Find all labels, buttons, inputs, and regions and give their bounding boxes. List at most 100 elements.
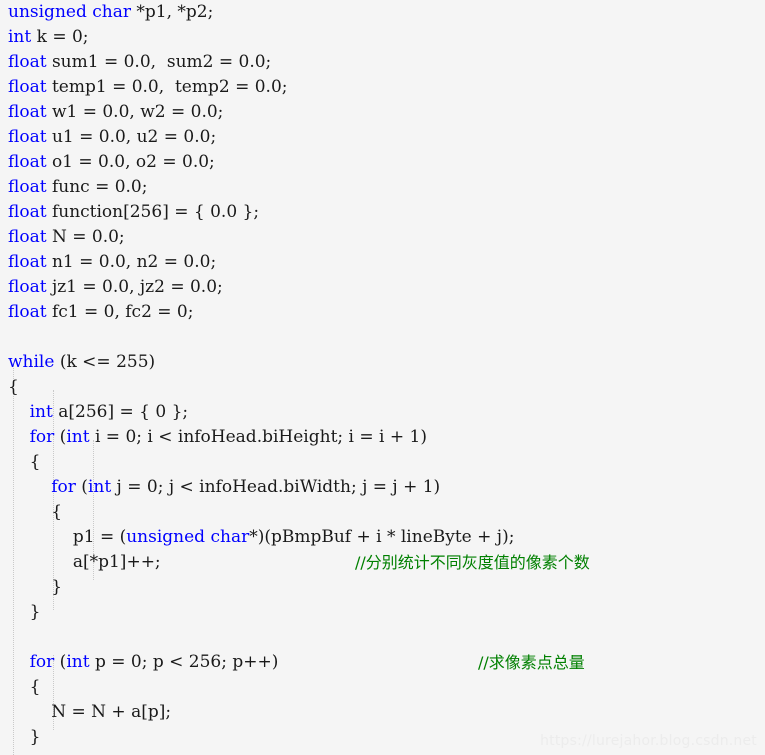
code-line[interactable]: int a[256] = { 0 }; [0, 400, 765, 425]
code-text: u1 = 0.0, u2 = 0.0; [46, 127, 217, 147]
code-line-text: a[*p1]++; [8, 550, 161, 575]
code-line[interactable]: for (int j = 0; j < infoHead.biWidth; j … [0, 475, 765, 500]
code-line-text: N = N + a[p]; [8, 700, 171, 725]
code-text: a[*p1]++; [8, 552, 161, 572]
code-text: fc1 = 0, fc2 = 0; [46, 302, 194, 322]
code-line-text: float temp1 = 0.0, temp2 = 0.0; [8, 75, 288, 100]
code-line-text: } [8, 600, 41, 625]
code-line-text: for (int p = 0; p < 256; p++) [8, 650, 279, 675]
code-text: } [8, 602, 41, 622]
code-text: { [8, 502, 63, 522]
code-text: temp1 = 0.0, temp2 = 0.0; [46, 77, 288, 97]
code-line[interactable]: { [0, 675, 765, 700]
code-text: ( [54, 652, 67, 672]
code-line[interactable]: int k = 0; [0, 25, 765, 50]
code-text: o1 = 0.0, o2 = 0.0; [46, 152, 215, 172]
code-line[interactable]: float sum1 = 0.0, sum2 = 0.0; [0, 50, 765, 75]
code-line-text: float func = 0.0; [8, 175, 147, 200]
code-line[interactable]: float n1 = 0.0, n2 = 0.0; [0, 250, 765, 275]
code-line[interactable]: float w1 = 0.0, w2 = 0.0; [0, 100, 765, 125]
code-line-text: int k = 0; [8, 25, 89, 50]
code-keyword: float [8, 127, 47, 147]
code-text: N = N + a[p]; [8, 702, 172, 722]
code-line[interactable]: for (int i = 0; i < infoHead.biHeight; i… [0, 425, 765, 450]
code-line[interactable]: float function[256] = { 0.0 }; [0, 200, 765, 225]
code-line-text: } [8, 575, 62, 600]
code-text: p = 0; p < 256; p++) [89, 652, 279, 672]
code-screenshot: unsigned char *p1, *p2; int k = 0; float s… [0, 0, 765, 755]
code-line[interactable]: float temp1 = 0.0, temp2 = 0.0; [0, 75, 765, 100]
code-keyword: unsigned char [126, 527, 250, 547]
code-line-text: { [8, 450, 41, 475]
code-line-text: float function[256] = { 0.0 }; [8, 200, 259, 225]
code-keyword: int [66, 427, 90, 447]
code-keyword: int [87, 477, 112, 497]
code-line[interactable]: { [0, 450, 765, 475]
code-keyword: float [8, 252, 47, 272]
code-line[interactable]: float fc1 = 0, fc2 = 0; [0, 300, 765, 325]
code-line[interactable]: } [0, 600, 765, 625]
code-text: k = 0; [31, 27, 89, 47]
code-line[interactable]: float o1 = 0.0, o2 = 0.0; [0, 150, 765, 175]
code-line[interactable]: { [0, 375, 765, 400]
watermark-text: https://lurejahor.blog.csdn.net [540, 733, 757, 749]
code-text: a[256] = { 0 }; [52, 402, 189, 422]
code-line[interactable]: unsigned char *p1, *p2; [0, 0, 765, 25]
code-keyword: float [8, 52, 47, 72]
code-line-text: { [8, 375, 19, 400]
code-keyword: float [8, 202, 47, 222]
code-line[interactable]: float jz1 = 0.0, jz2 = 0.0; [0, 275, 765, 300]
code-text: } [8, 727, 41, 747]
code-line[interactable] [0, 325, 765, 350]
code-keyword: float [8, 152, 47, 172]
code-text: p1 = ( [8, 527, 127, 547]
code-text: sum1 = 0.0, sum2 = 0.0; [46, 52, 272, 72]
code-keyword: while [8, 352, 55, 372]
code-comment: //分别统计不同灰度值的像素个数 [355, 553, 590, 572]
code-line-text: { [8, 500, 62, 525]
code-line-text: } [8, 725, 41, 750]
code-text: w1 = 0.0, w2 = 0.0; [46, 102, 224, 122]
code-line[interactable]: p1 = (unsigned char*)(pBmpBuf + i * line… [0, 525, 765, 550]
code-line-text: float n1 = 0.0, n2 = 0.0; [8, 250, 216, 275]
code-line-text: float sum1 = 0.0, sum2 = 0.0; [8, 50, 271, 75]
code-text: (k <= 255) [54, 352, 156, 372]
code-text: j = 0; j < infoHead.biWidth; j = j + 1) [111, 477, 441, 497]
code-line-text: float o1 = 0.0, o2 = 0.0; [8, 150, 215, 175]
code-keyword: float [8, 302, 47, 322]
code-comment: //求像素点总量 [478, 653, 585, 672]
code-line[interactable] [0, 625, 765, 650]
code-line[interactable]: } [0, 575, 765, 600]
code-keyword: float [8, 102, 47, 122]
code-line-text: float N = 0.0; [8, 225, 125, 250]
code-text: n1 = 0.0, n2 = 0.0; [46, 252, 217, 272]
code-keyword: float [8, 177, 47, 197]
code-keyword: float [8, 227, 47, 247]
code-line-text: p1 = (unsigned char*)(pBmpBuf + i * line… [8, 525, 515, 550]
code-text: jz1 = 0.0, jz2 = 0.0; [46, 277, 223, 297]
code-text: } [8, 577, 63, 597]
code-line[interactable]: for (int p = 0; p < 256; p++) //求像素点总量 [0, 650, 765, 675]
code-text: { [8, 677, 41, 697]
code-text: *p1, *p2; [130, 2, 214, 22]
code-block[interactable]: unsigned char *p1, *p2; int k = 0; float s… [0, 0, 765, 755]
code-line-text: while (k <= 255) [8, 350, 155, 375]
code-line[interactable]: { [0, 500, 765, 525]
code-line[interactable]: float N = 0.0; [0, 225, 765, 250]
code-line[interactable]: while (k <= 255) [0, 350, 765, 375]
code-keyword: float [8, 277, 47, 297]
code-line[interactable]: a[*p1]++; //分别统计不同灰度值的像素个数 [0, 550, 765, 575]
code-text: function[256] = { 0.0 }; [46, 202, 260, 222]
code-line[interactable]: float u1 = 0.0, u2 = 0.0; [0, 125, 765, 150]
code-line-text: float jz1 = 0.0, jz2 = 0.0; [8, 275, 223, 300]
code-text: { [8, 452, 41, 472]
code-line-text: { [8, 675, 41, 700]
code-text: { [8, 377, 19, 397]
code-text: ( [75, 477, 88, 497]
code-line[interactable]: float func = 0.0; [0, 175, 765, 200]
code-line[interactable]: N = N + a[p]; [0, 700, 765, 725]
